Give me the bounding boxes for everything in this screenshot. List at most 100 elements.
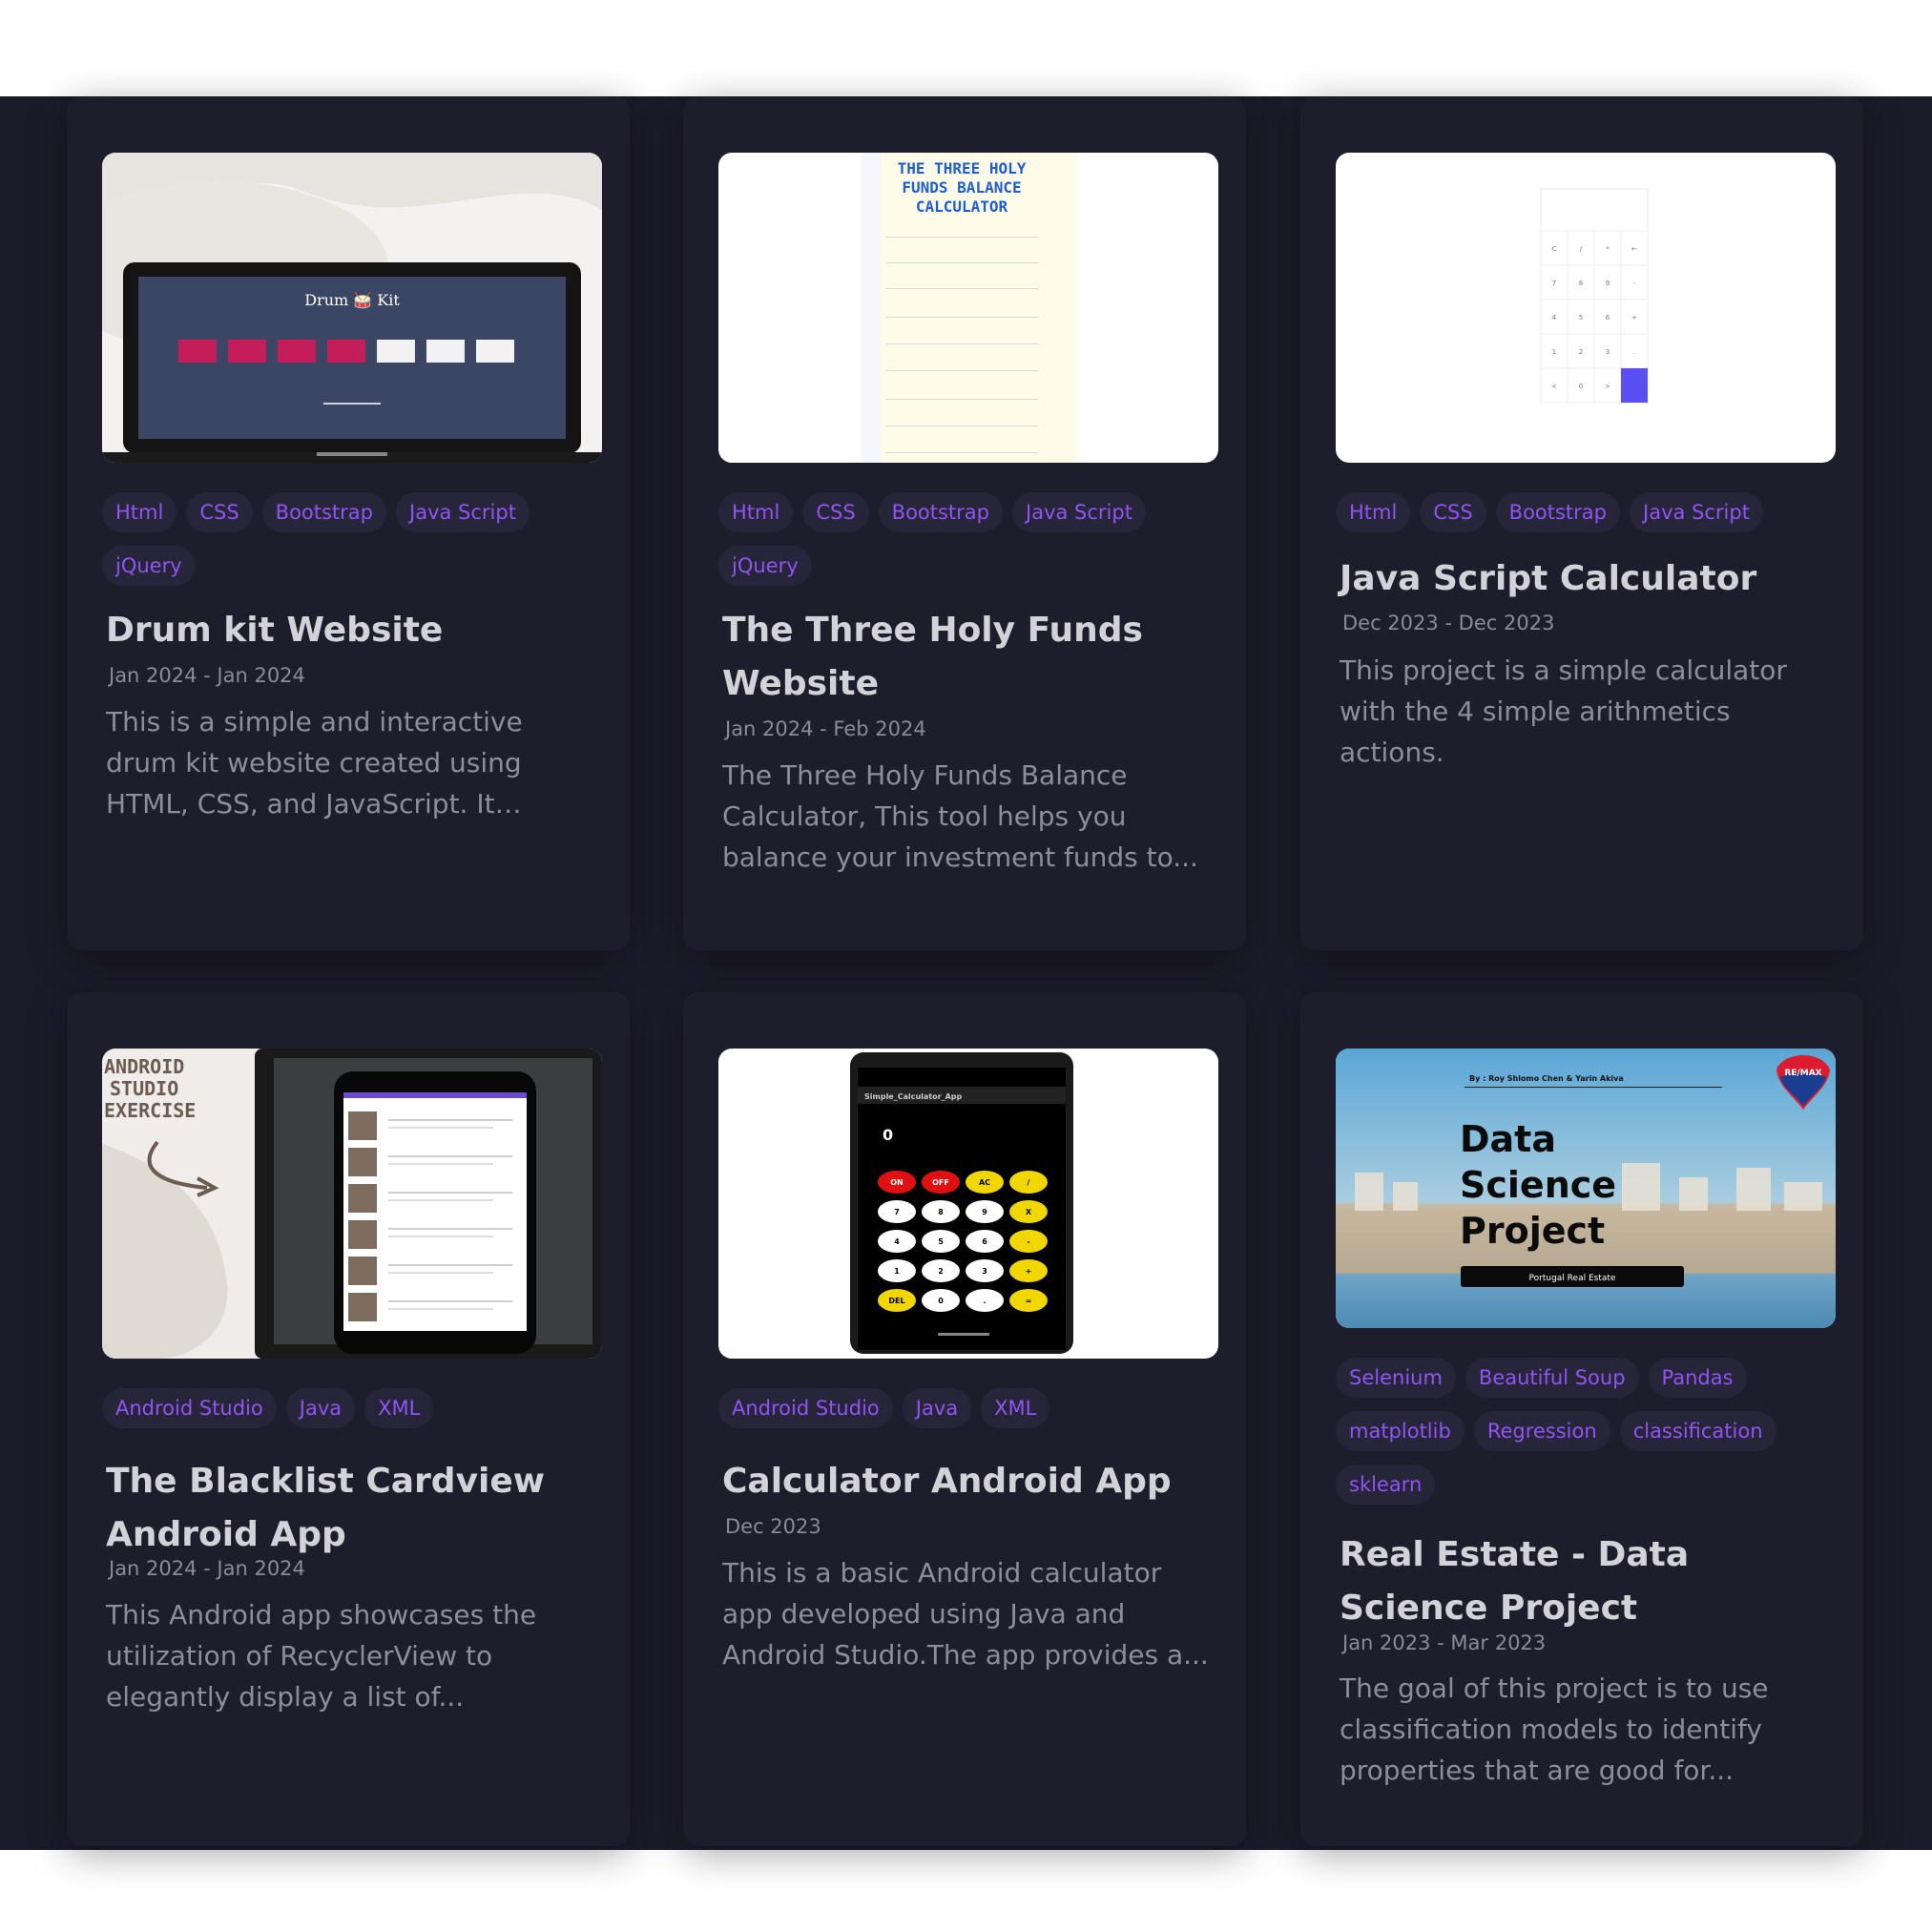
avatar <box>348 1148 377 1176</box>
list-item-line <box>388 1236 493 1237</box>
project-date: Jan 2024 - Jan 2024 <box>109 664 305 687</box>
byline: By : Roy Shlomo Chen & Yarin Akiva <box>1469 1074 1624 1083</box>
calc-key-label: ← <box>1631 245 1637 253</box>
poster-banner: Portugal Real Estate <box>1529 1274 1616 1283</box>
drum-kit-heading: Drum 🥁 Kit <box>304 291 400 309</box>
tag[interactable]: Java Script <box>396 492 530 532</box>
project-title[interactable]: Calculator Android App <box>722 1455 1199 1508</box>
avatar <box>348 1293 377 1321</box>
calc-key-label: 1 <box>894 1267 900 1276</box>
calc-key-label: 5 <box>938 1237 944 1246</box>
project-card-real-estate[interactable]: By : Roy Shlomo Chen & Yarin Akiva Data … <box>1300 992 1863 1846</box>
project-card-three-holy-funds[interactable]: THE THREE HOLY FUNDS BALANCE CALCULATOR … <box>683 96 1246 950</box>
project-description: This project is a simple calculator with… <box>1340 654 1787 768</box>
calculator-display: 0 <box>883 1126 893 1144</box>
android-heading-line: EXERCISE <box>104 1099 196 1122</box>
project-card-android-calculator[interactable]: Simple_Calculator_App 0 ON OFF AC / 7 8 9 X 4 5 6 -… <box>683 992 1246 1846</box>
project-description: This is a basic Android calculator app d… <box>722 1557 1209 1671</box>
tag-list: Android Studio Java XML <box>718 1388 1224 1442</box>
calc-key-label: 6 <box>982 1237 987 1246</box>
app-bar-title: Simple_Calculator_App <box>864 1092 963 1101</box>
tag[interactable]: Java Script <box>1012 492 1146 532</box>
tag[interactable]: CSS <box>1420 492 1486 532</box>
tag[interactable]: Java <box>902 1388 972 1428</box>
project-title[interactable]: The Blacklist Cardview Android App <box>106 1455 583 1562</box>
tag[interactable]: CSS <box>186 492 253 532</box>
project-thumbnail[interactable]: Drum 🥁 Kit <box>102 153 602 463</box>
calc-key-label: 2 <box>938 1267 944 1276</box>
tag-list: Html CSS Bootstrap Java Script jQuery <box>718 492 1224 599</box>
project-date: Dec 2023 <box>725 1515 821 1538</box>
project-title[interactable]: Real Estate - Data Science Project <box>1340 1528 1836 1635</box>
remax-logo: RE/MAX <box>1784 1069 1821 1078</box>
tag[interactable]: Html <box>102 492 177 532</box>
calc-key-label: ON <box>890 1178 904 1187</box>
tag-list: Html CSS Bootstrap Java Script jQuery <box>102 492 608 599</box>
funds-heading-line: FUNDS BALANCE <box>902 178 1021 197</box>
funds-heading-line: THE THREE HOLY <box>898 159 1027 177</box>
tag[interactable]: matplotlib <box>1336 1411 1465 1451</box>
list-item-line <box>388 1264 512 1266</box>
tag[interactable]: Bootstrap <box>878 492 1004 532</box>
tag[interactable]: Java Script <box>1630 492 1763 532</box>
android-heading-line: ANDROID <box>104 1055 184 1078</box>
tag[interactable]: Java <box>285 1388 356 1428</box>
calc-key-label: * <box>1606 245 1610 253</box>
calc-key-label: 6 <box>1606 314 1610 322</box>
project-description: The goal of this project is to use class… <box>1340 1672 1769 1786</box>
calc-key-label: OFF <box>932 1178 949 1187</box>
list-item-line <box>388 1300 512 1302</box>
tag[interactable]: Selenium <box>1336 1358 1456 1398</box>
calc-key-label: X <box>1026 1208 1032 1216</box>
project-description: The Three Holy Funds Balance Calculator,… <box>722 759 1198 873</box>
tag[interactable]: Android Studio <box>102 1388 277 1428</box>
project-thumbnail[interactable]: ANDROID STUDIO EXERCISE <box>102 1049 602 1359</box>
tag[interactable]: jQuery <box>718 546 812 586</box>
project-thumbnail[interactable]: THE THREE HOLY FUNDS BALANCE CALCULATOR <box>718 153 1218 463</box>
project-title[interactable]: Java Script Calculator <box>1340 552 1817 606</box>
calc-key-label: AC <box>979 1178 990 1187</box>
project-card-drum-kit[interactable]: Drum 🥁 Kit Html CSS Bootstrap Java Script jQ… <box>67 96 630 950</box>
list-item-line <box>388 1127 493 1129</box>
calc-key-label: . <box>983 1297 986 1305</box>
tag[interactable]: XML <box>364 1388 434 1428</box>
tag[interactable]: Pandas <box>1648 1358 1747 1398</box>
calc-key-label: = <box>1026 1297 1032 1305</box>
tag[interactable]: Android Studio <box>718 1388 893 1428</box>
poster-heading-line: Data <box>1460 1118 1556 1160</box>
tag[interactable]: Bootstrap <box>261 492 387 532</box>
calc-key-label: 9 <box>1606 280 1610 287</box>
calc-key-label: 3 <box>982 1267 987 1276</box>
tag[interactable]: jQuery <box>102 546 196 586</box>
tag[interactable]: Html <box>1336 492 1411 532</box>
calc-key-label: 2 <box>1579 348 1583 356</box>
tag[interactable]: Html <box>718 492 794 532</box>
calc-key-label: 1 <box>1552 348 1556 356</box>
tag-list: Selenium Beautiful Soup Pandas matplotlib Re… <box>1336 1358 1841 1518</box>
list-item-line <box>388 1272 493 1274</box>
project-card-js-calculator[interactable]: C/*←789-456+123.<0>= HtmlCSSBootstrapJav… <box>1300 96 1863 950</box>
calc-key-label: 8 <box>938 1208 944 1216</box>
project-thumbnail[interactable]: Simple_Calculator_App 0 ON OFF AC / 7 8 9 X 4 5 6 -… <box>718 1049 1218 1359</box>
tag-list: Html CSS Bootstrap Java Script <box>1336 492 1841 546</box>
tag[interactable]: CSS <box>802 492 869 532</box>
tag[interactable]: Beautiful Soup <box>1465 1358 1639 1398</box>
project-title[interactable]: The Three Holy Funds Website <box>722 604 1199 711</box>
calc-key-label: > <box>1605 383 1610 390</box>
tag[interactable]: classification <box>1619 1411 1776 1451</box>
calc-key-label: 5 <box>1579 314 1583 322</box>
tag[interactable]: Regression <box>1473 1411 1610 1451</box>
calc-key-label: DEL <box>888 1297 904 1305</box>
poster-heading-line: Project <box>1460 1210 1605 1252</box>
project-thumbnail[interactable]: C/*←789-456+123.<0>= <box>1336 153 1836 463</box>
project-title[interactable]: Drum kit Website <box>106 604 583 657</box>
tag[interactable]: XML <box>981 1388 1050 1428</box>
android-heading-line: STUDIO <box>110 1077 178 1100</box>
tag[interactable]: Bootstrap <box>1495 492 1621 532</box>
project-card-blacklist-cardview[interactable]: ANDROID STUDIO EXERCISE Android Studio Ja… <box>67 992 630 1846</box>
poster-heading-line: Science <box>1460 1164 1616 1206</box>
calc-key-label: 7 <box>1552 280 1556 287</box>
project-thumbnail[interactable]: By : Roy Shlomo Chen & Yarin Akiva Data … <box>1336 1049 1836 1328</box>
list-item-line <box>388 1119 512 1121</box>
tag[interactable]: sklearn <box>1336 1465 1436 1505</box>
